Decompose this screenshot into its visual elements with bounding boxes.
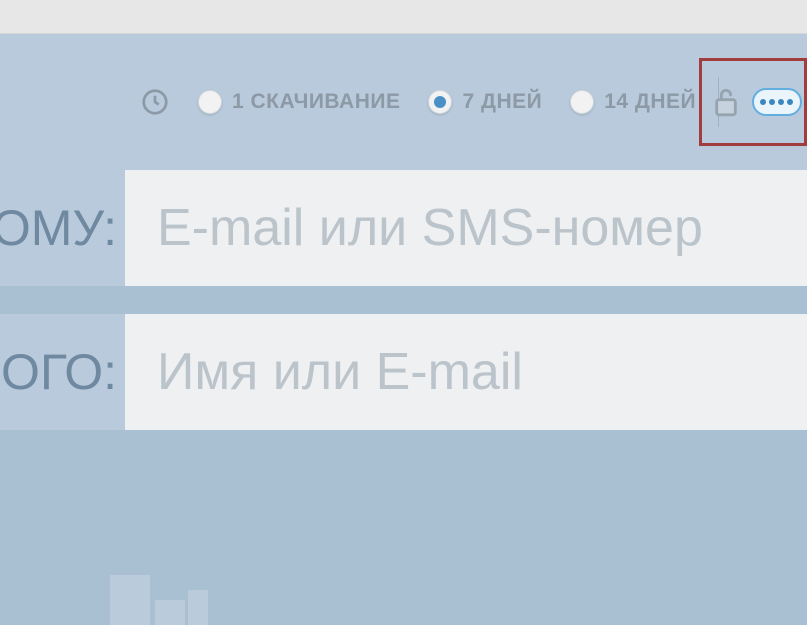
from-input-wrap <box>125 314 807 430</box>
from-label-wrap: ОГО: <box>0 314 125 430</box>
radio-label: 14 ДНЕЙ <box>604 90 696 114</box>
city-silhouette-icon <box>110 570 230 625</box>
radio-label: 1 СКАЧИВАНИЕ <box>232 90 400 114</box>
bottom-illustration-area <box>0 430 807 625</box>
to-label: ОМУ: <box>0 199 117 257</box>
radio-indicator <box>428 90 452 114</box>
radio-label: 7 ДНЕЙ <box>462 90 542 114</box>
to-field-row: ОМУ: <box>0 170 807 286</box>
radio-indicator <box>570 90 594 114</box>
radio-indicator <box>198 90 222 114</box>
row-gap <box>0 286 807 314</box>
password-input[interactable] <box>752 88 802 116</box>
radio-14-days[interactable]: 14 ДНЕЙ <box>570 90 696 114</box>
from-label: ОГО: <box>1 343 117 401</box>
expiry-options-bar: 1 СКАЧИВАНИЕ 7 ДНЕЙ 14 ДНЕЙ <box>0 34 807 170</box>
expiry-radio-group: 1 СКАЧИВАНИЕ 7 ДНЕЙ 14 ДНЕЙ <box>198 90 696 114</box>
radio-7-days[interactable]: 7 ДНЕЙ <box>428 90 542 114</box>
from-field-row: ОГО: <box>0 314 807 430</box>
password-section-highlight <box>699 58 807 146</box>
to-label-wrap: ОМУ: <box>0 170 125 286</box>
password-dots <box>760 99 793 105</box>
unlock-icon[interactable] <box>712 85 740 119</box>
browser-top-strip <box>0 0 807 34</box>
to-input-wrap <box>125 170 807 286</box>
to-input[interactable] <box>157 198 807 258</box>
from-input[interactable] <box>157 342 807 402</box>
clock-icon <box>140 87 170 117</box>
radio-1-download[interactable]: 1 СКАЧИВАНИЕ <box>198 90 400 114</box>
